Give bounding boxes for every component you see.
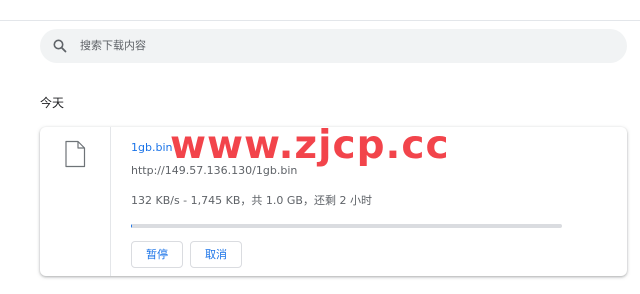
search-icon — [52, 38, 68, 54]
file-name-link[interactable]: 1gb.bin — [131, 141, 172, 155]
download-progress-bar — [131, 224, 562, 228]
search-bar[interactable]: 搜索下载内容 — [40, 29, 627, 63]
downloads-page: 搜索下载内容 今天 1gb.bin http://149.57.136.130/… — [0, 0, 640, 294]
pause-button[interactable]: 暂停 — [131, 241, 183, 268]
watermark-text: www.zjcp.cc — [170, 123, 450, 168]
card-divider — [110, 127, 111, 276]
section-date-label: 今天 — [40, 96, 65, 110]
file-icon — [64, 140, 86, 168]
cancel-button[interactable]: 取消 — [190, 241, 242, 268]
search-input[interactable]: 搜索下载内容 — [80, 38, 146, 54]
top-toolbar — [0, 0, 640, 21]
download-progress-fill — [131, 224, 132, 228]
download-status-text: 132 KB/s - 1,745 KB，共 1.0 GB，还剩 2 小时 — [131, 194, 372, 207]
